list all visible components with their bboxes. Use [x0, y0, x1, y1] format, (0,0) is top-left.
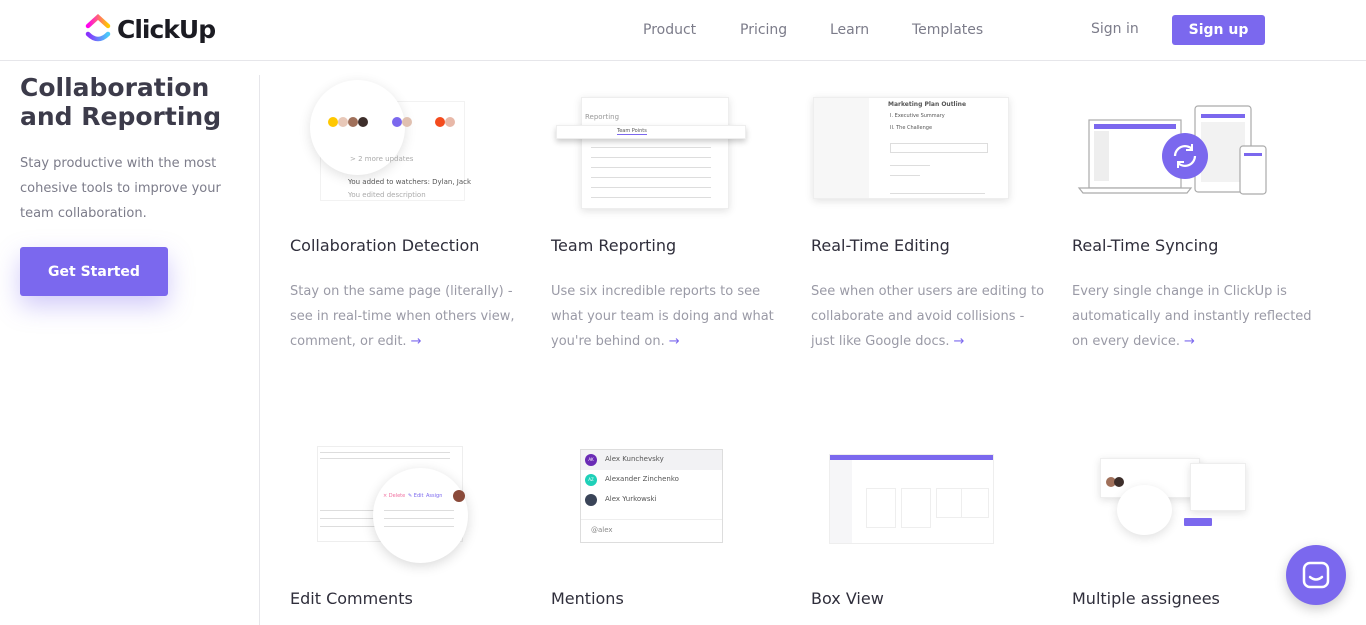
chat-widget-button[interactable]	[1286, 545, 1346, 605]
arrow-right-icon[interactable]: →	[1184, 334, 1195, 349]
logo[interactable]: ClickUp	[85, 14, 216, 44]
feature-description: Stay on the same page (literally) - see …	[290, 284, 515, 349]
feature-title: Real-Time Editing	[811, 236, 950, 255]
chat-icon	[1302, 561, 1330, 589]
illustration-text: I. Executive Summary	[890, 113, 945, 119]
feature-description: Use six incredible reports to see what y…	[551, 284, 774, 349]
feature-collaboration-detection: > 2 more updates You added to watchers: …	[290, 75, 530, 354]
arrow-right-icon[interactable]: →	[669, 334, 680, 349]
mention-user: Alexander Zinchenko	[605, 475, 679, 483]
mention-user: Alex Kunchevsky	[605, 455, 664, 463]
reporting-illustration: Reporting Team Points	[551, 75, 791, 210]
mentions-illustration: AK Alex Kunchevsky AZ Alexander Zinchenk…	[551, 440, 791, 560]
feature-team-reporting: Reporting Team Points Team Reporting Use…	[551, 75, 791, 354]
comments-illustration: × Delete ✎ Edit Assign	[290, 440, 530, 563]
feature-title: Multiple assignees	[1072, 589, 1220, 608]
feature-title: Mentions	[551, 589, 624, 608]
get-started-button[interactable]: Get Started	[20, 247, 168, 296]
logo-text: ClickUp	[117, 14, 216, 44]
illustration-text: You edited description	[348, 191, 426, 199]
illustration-text: Marketing Plan Outline	[888, 101, 967, 108]
avatar: AK	[585, 454, 597, 466]
clickup-logo-icon	[85, 14, 111, 42]
feature-multiple-assignees: Multiple assignees	[1072, 440, 1312, 608]
arrow-right-icon[interactable]: →	[954, 334, 965, 349]
sign-up-button[interactable]: Sign up	[1172, 15, 1265, 45]
nav-templates[interactable]: Templates	[912, 22, 983, 38]
feature-title: Edit Comments	[290, 589, 413, 608]
feature-title: Team Reporting	[551, 236, 677, 255]
devices-icon	[1077, 105, 1267, 195]
sign-in-link[interactable]: Sign in	[1091, 21, 1139, 37]
illustration-text: > 2 more updates	[350, 155, 414, 163]
feature-real-time-syncing: Real-Time Syncing Every single change in…	[1072, 75, 1312, 354]
illustration-text: × Delete	[383, 493, 406, 499]
illustration-text: You added to watchers: Dylan, Jack	[348, 178, 472, 186]
devices-illustration	[1072, 75, 1312, 210]
feature-box-view: Box View	[811, 440, 1051, 608]
nav-pricing[interactable]: Pricing	[740, 22, 787, 38]
illustration-text: ✎ Edit	[408, 493, 424, 499]
collaboration-illustration: > 2 more updates You added to watchers: …	[290, 75, 530, 210]
box-view-illustration	[811, 440, 1051, 560]
mention-user: Alex Yurkowski	[605, 495, 657, 503]
assignees-illustration	[1072, 440, 1312, 560]
nav-learn[interactable]: Learn	[830, 22, 869, 38]
feature-real-time-editing: Marketing Plan Outline I. Executive Summ…	[811, 75, 1051, 354]
arrow-right-icon[interactable]: →	[411, 334, 422, 349]
hero-description: Stay productive with the most cohesive t…	[20, 156, 221, 221]
avatar: AZ	[585, 474, 597, 486]
hero-title: Collaboration and Reporting	[20, 73, 222, 131]
feature-mentions: AK Alex Kunchevsky AZ Alexander Zinchenk…	[551, 440, 791, 608]
nav-product[interactable]: Product	[643, 22, 696, 38]
feature-title: Collaboration Detection	[290, 236, 480, 255]
hero-section: Collaboration and Reporting Stay product…	[20, 73, 240, 296]
mention-input: @alex	[591, 526, 613, 534]
illustration-text: Reporting	[585, 113, 620, 121]
editing-illustration: Marketing Plan Outline I. Executive Summ…	[811, 75, 1051, 210]
header: ClickUp Product Pricing Learn Templates …	[0, 0, 1366, 61]
feature-description: See when other users are editing to coll…	[811, 284, 1045, 349]
illustration-text: II. The Challenge	[890, 125, 933, 131]
feature-title: Box View	[811, 589, 884, 608]
illustration-text: Assign	[426, 493, 443, 499]
divider	[259, 75, 260, 625]
illustration-text: Team Points	[617, 128, 647, 135]
feature-title: Real-Time Syncing	[1072, 236, 1219, 255]
feature-edit-comments: × Delete ✎ Edit Assign Edit Comments	[290, 440, 530, 608]
feature-description: Every single change in ClickUp is automa…	[1072, 284, 1312, 349]
